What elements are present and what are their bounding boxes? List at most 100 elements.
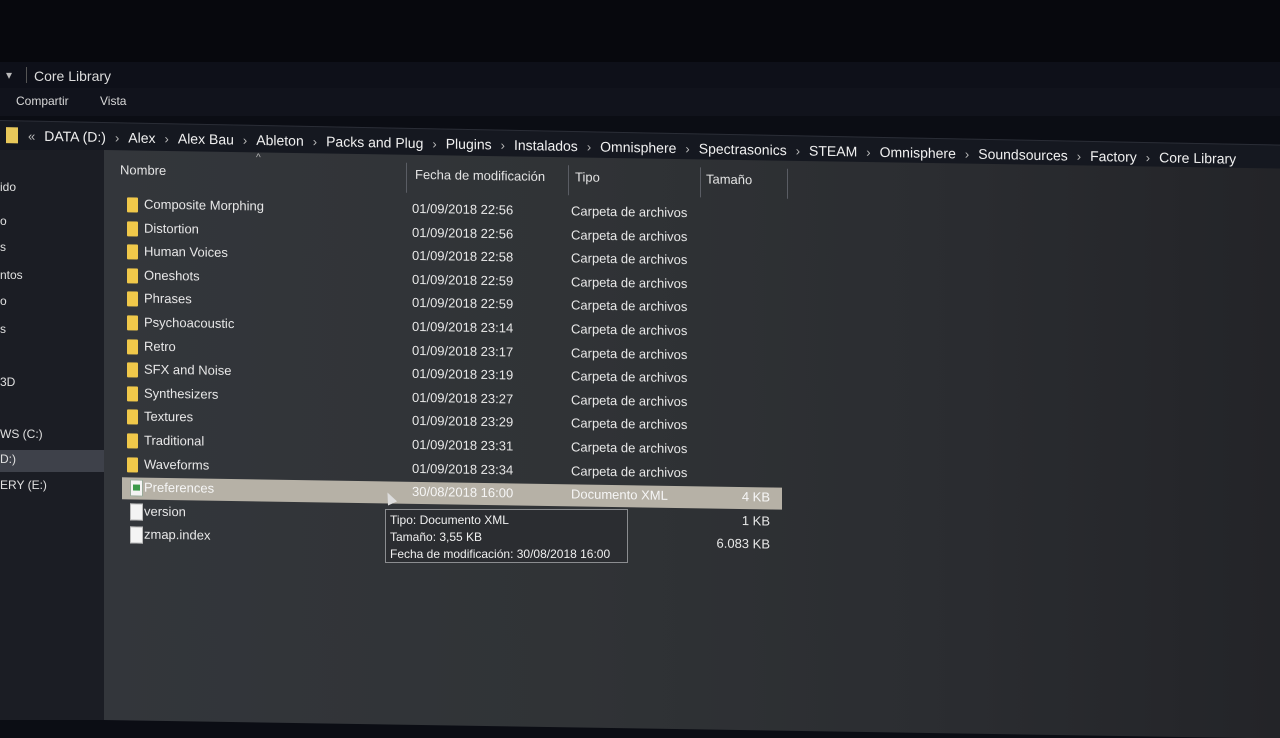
breadcrumb-chevron-icon: › bbox=[114, 130, 120, 146]
folder-icon bbox=[127, 409, 138, 425]
folder-icon bbox=[127, 244, 138, 260]
nav-item[interactable]: o bbox=[0, 294, 7, 308]
nav-item[interactable]: D:) bbox=[0, 452, 16, 466]
tooltip-date: Fecha de modificación: 30/08/2018 16:00 bbox=[390, 547, 611, 561]
file-date: 01/09/2018 23:29 bbox=[412, 413, 514, 430]
breadcrumb-chevron-icon: › bbox=[964, 146, 970, 162]
file-date: 01/09/2018 23:34 bbox=[412, 460, 514, 478]
breadcrumb-item[interactable]: Ableton bbox=[256, 132, 303, 149]
file-icon bbox=[130, 526, 143, 545]
nav-item[interactable]: ido bbox=[0, 180, 16, 194]
folder-icon bbox=[127, 338, 138, 355]
nav-item[interactable]: 3D bbox=[0, 375, 15, 389]
file-size bbox=[702, 253, 770, 254]
column-header-name[interactable]: Nombre bbox=[120, 162, 166, 178]
breadcrumb-item[interactable]: Alex bbox=[128, 129, 155, 146]
file-date: 01/09/2018 22:58 bbox=[412, 248, 514, 265]
breadcrumb-item[interactable]: Instalados bbox=[514, 137, 578, 154]
file-name: Distortion bbox=[144, 220, 199, 237]
column-header-size[interactable]: Tamaño bbox=[706, 171, 752, 187]
file-name: Phrases bbox=[144, 291, 192, 307]
file-name: version bbox=[144, 503, 186, 520]
nav-item[interactable]: s bbox=[0, 322, 6, 336]
column-divider[interactable] bbox=[406, 162, 407, 193]
column-divider[interactable] bbox=[787, 168, 788, 199]
breadcrumb-chevron-icon: › bbox=[312, 134, 318, 150]
file-type: Carpeta de archivos bbox=[571, 297, 688, 315]
file-date: 01/09/2018 22:59 bbox=[412, 295, 514, 312]
file-type: Carpeta de archivos bbox=[571, 462, 688, 480]
column-divider[interactable] bbox=[700, 167, 701, 198]
file-size bbox=[702, 323, 770, 324]
file-icon bbox=[130, 503, 143, 521]
breadcrumb-chevron-icon: › bbox=[242, 132, 248, 148]
breadcrumb-chevron-icon: › bbox=[500, 137, 505, 153]
title-separator bbox=[26, 67, 27, 83]
quick-access-chevron-icon[interactable]: ▾ bbox=[6, 68, 12, 82]
title-bar: ▾ Core Library bbox=[0, 62, 1280, 88]
file-name: zmap.index bbox=[144, 527, 211, 544]
file-date: 01/09/2018 23:17 bbox=[412, 342, 514, 360]
file-date: 01/09/2018 23:19 bbox=[412, 366, 514, 383]
column-header-date[interactable]: Fecha de modificación bbox=[415, 167, 545, 184]
breadcrumb-item[interactable]: Omnisphere bbox=[600, 139, 676, 156]
file-name: Human Voices bbox=[144, 243, 228, 261]
breadcrumb-item[interactable]: Omnisphere bbox=[880, 144, 956, 161]
file-size bbox=[702, 229, 770, 230]
breadcrumb-item[interactable]: Factory bbox=[1090, 148, 1137, 165]
nav-item[interactable]: o bbox=[0, 214, 7, 228]
breadcrumb-chevron-icon: › bbox=[1076, 148, 1082, 164]
folder-icon bbox=[127, 362, 138, 378]
file-name: Waveforms bbox=[144, 456, 210, 473]
file-date: 30/08/2018 16:00 bbox=[412, 484, 514, 501]
folder-icon bbox=[127, 197, 138, 213]
sort-ascending-icon: ^ bbox=[256, 152, 261, 164]
file-date: 01/09/2018 23:14 bbox=[412, 318, 514, 336]
file-name: Preferences bbox=[144, 479, 215, 496]
file-name: Retro bbox=[144, 338, 176, 354]
file-date: 01/09/2018 22:56 bbox=[412, 200, 514, 218]
column-header-type[interactable]: Tipo bbox=[575, 169, 600, 184]
breadcrumb-item[interactable]: Spectrasonics bbox=[699, 140, 787, 158]
file-size bbox=[702, 347, 770, 348]
file-size bbox=[702, 276, 770, 277]
tab-vista[interactable]: Vista bbox=[100, 94, 126, 108]
file-size bbox=[702, 441, 770, 442]
file-type: Carpeta de archivos bbox=[571, 321, 688, 339]
nav-item[interactable]: WS (C:) bbox=[0, 427, 43, 441]
file-type: Carpeta de archivos bbox=[571, 203, 688, 221]
file-name: Traditional bbox=[144, 432, 205, 449]
nav-item[interactable]: s bbox=[0, 240, 6, 254]
folder-icon bbox=[127, 315, 138, 331]
breadcrumb-item[interactable]: Plugins bbox=[446, 136, 492, 153]
breadcrumb-chevron-icon: › bbox=[795, 143, 801, 159]
file-date: 01/09/2018 23:31 bbox=[412, 436, 514, 454]
ribbon: Compartir Vista bbox=[0, 88, 1280, 116]
nav-item[interactable]: ERY (E:) bbox=[0, 478, 47, 492]
nav-item[interactable]: ntos bbox=[0, 268, 23, 282]
breadcrumb-chevron-icon: › bbox=[685, 141, 690, 157]
breadcrumb-overflow-icon[interactable]: « bbox=[28, 129, 35, 144]
breadcrumb-item[interactable]: Soundsources bbox=[978, 146, 1068, 164]
file-size: 1 KB bbox=[741, 512, 770, 529]
file-type: Carpeta de archivos bbox=[571, 226, 688, 244]
xml-file-icon bbox=[130, 479, 143, 497]
breadcrumb-item[interactable]: Alex Bau bbox=[178, 130, 234, 147]
file-type: Documento XML bbox=[571, 486, 668, 504]
file-type: Carpeta de archivos bbox=[571, 250, 688, 268]
column-divider[interactable] bbox=[568, 165, 569, 196]
file-size bbox=[702, 418, 770, 419]
file-size: 4 KB bbox=[741, 489, 770, 505]
tab-compartir[interactable]: Compartir bbox=[16, 94, 69, 108]
file-date: 01/09/2018 22:59 bbox=[412, 271, 514, 289]
file-type: Carpeta de archivos bbox=[571, 415, 688, 433]
breadcrumb-item[interactable]: STEAM bbox=[809, 143, 857, 160]
breadcrumb-item[interactable]: Core Library bbox=[1159, 149, 1236, 166]
navigation-pane: ido o s ntos o s 3D WS (C:) D:) ERY (E:) bbox=[0, 150, 104, 720]
breadcrumb-chevron-icon: › bbox=[432, 136, 437, 152]
breadcrumb-item[interactable]: DATA (D:) bbox=[44, 128, 106, 145]
tooltip-type: Tipo: Documento XML bbox=[390, 513, 509, 527]
file-type: Carpeta de archivos bbox=[571, 274, 688, 291]
breadcrumb-item[interactable]: Packs and Plug bbox=[326, 133, 423, 151]
file-date: 01/09/2018 22:56 bbox=[412, 224, 514, 242]
